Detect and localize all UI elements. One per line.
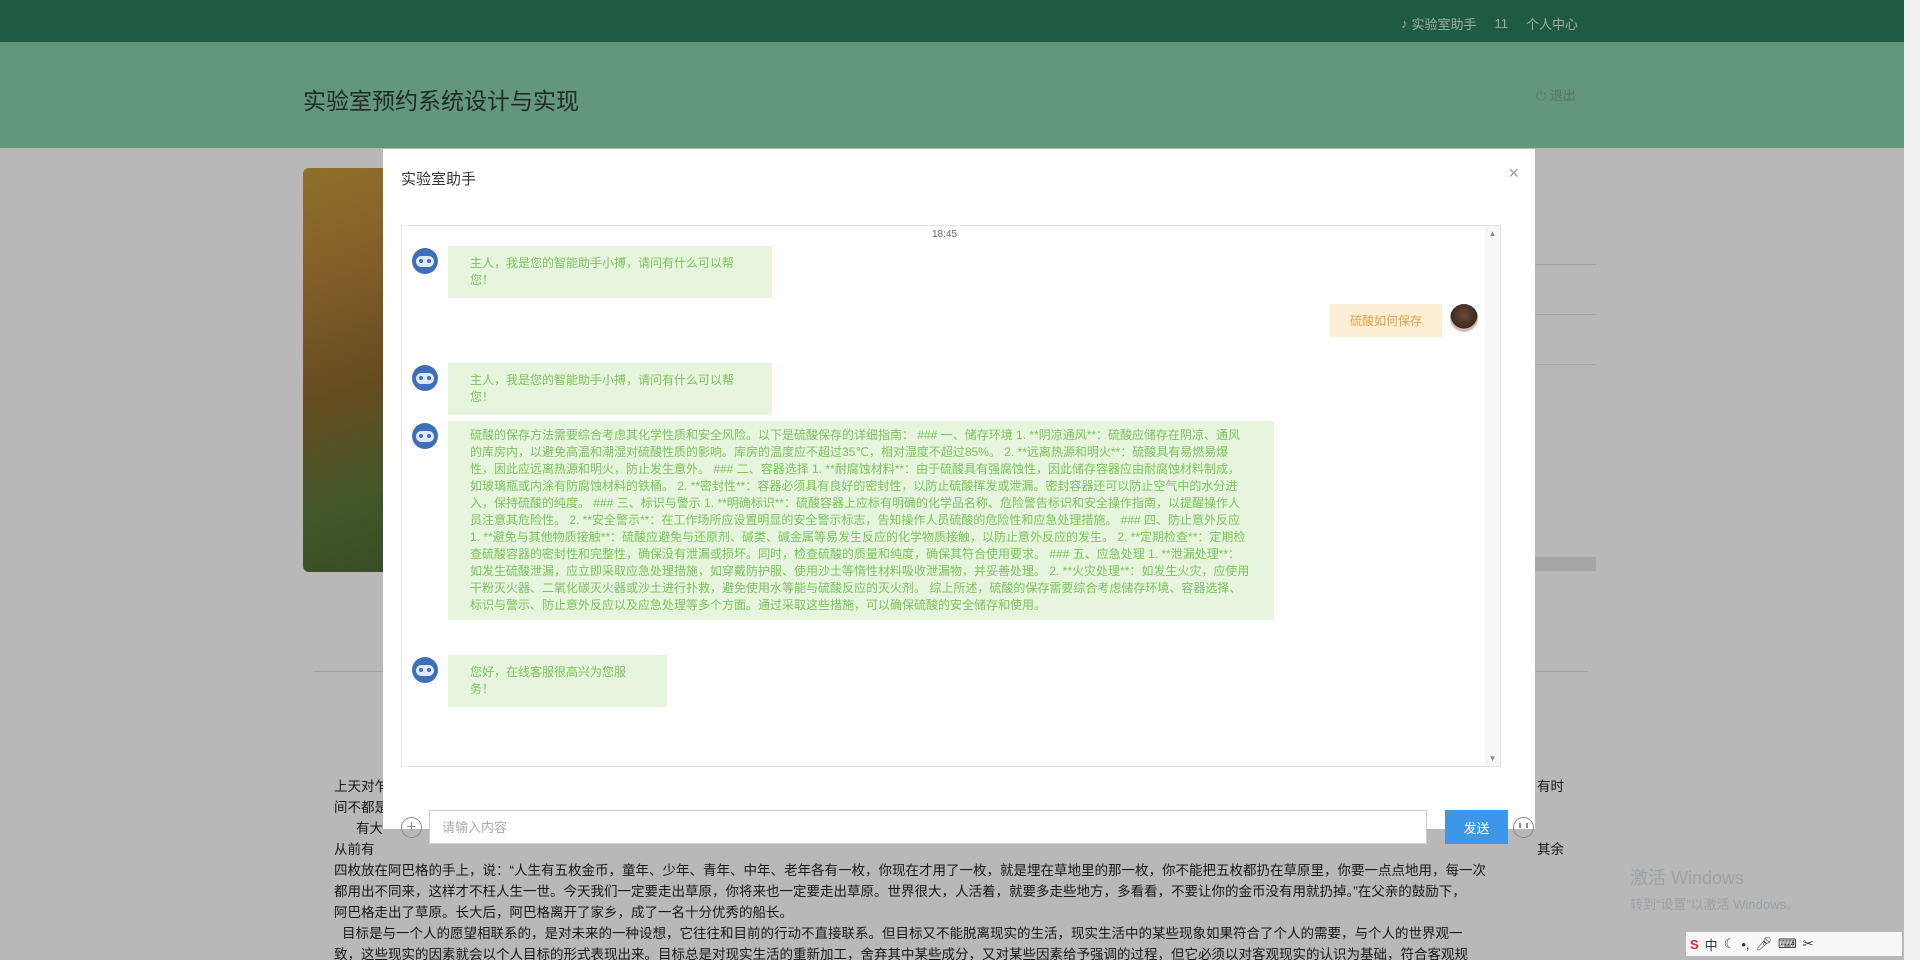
user-message-text: 硫酸如何保存 [1329,304,1442,337]
scroll-up-icon[interactable]: ▲ [1485,229,1500,238]
plus-icon[interactable]: + [401,817,422,838]
tools-icon[interactable]: ✂ [1803,936,1814,952]
robot-icon [412,248,438,274]
ime-mode[interactable]: 中 [1705,935,1718,954]
close-icon[interactable]: × [1508,163,1519,184]
microphone-icon[interactable]: 🎤︎ [1756,936,1773,952]
user-message: 硫酸如何保存 [1329,304,1478,337]
chat-scrollbar[interactable]: ▲ ▼ [1485,226,1500,766]
bot-message: 主人，我是您的智能助手小搏，请问有什么可以帮您！ [412,363,772,415]
dialog-title: 实验室助手 [401,171,477,188]
bot-message-text: 您好，在线客服很高兴为您服务！ [448,655,667,707]
message-input[interactable] [429,810,1427,844]
bot-message-text: 主人，我是您的智能助手小搏，请问有什么可以帮您！ [448,363,772,415]
chat-history[interactable]: 18:45 主人，我是您的智能助手小搏，请问有什么可以帮您！ 硫酸如何保存 主人… [401,225,1501,767]
windows-activation-watermark: 激活 Windows 转到“设置”以激活 Windows。 [1630,864,1799,913]
bot-message-text: 硫酸的保存方法需要综合考虑其化学性质和安全风险。以下是硫酸保存的详细指南： ##… [448,421,1274,620]
punctuation-icon[interactable]: •, [1741,937,1749,952]
page-scrollbar[interactable] [1904,0,1920,960]
keyboard-icon[interactable]: ⌨ [1778,936,1797,952]
robot-icon [412,365,438,391]
moon-icon[interactable]: ☾ [1724,936,1736,952]
bot-message-text: 主人，我是您的智能助手小搏，请问有什么可以帮您！ [448,246,772,298]
robot-icon [412,423,438,449]
bot-message: 主人，我是您的智能助手小搏，请问有什么可以帮您！ [412,246,772,298]
sogou-logo-icon: S [1690,936,1699,952]
bot-message: 您好，在线客服很高兴为您服务！ [412,655,667,707]
assistant-dialog: 实验室助手 × 18:45 主人，我是您的智能助手小搏，请问有什么可以帮您！ 硫… [383,149,1535,844]
robot-icon [412,657,438,683]
emoji-icon[interactable] [1513,817,1534,838]
ime-toolbar[interactable]: S 中 ☾ •, 🎤︎ ⌨ ✂ [1686,932,1902,956]
watermark-line-2: 转到“设置”以激活 Windows。 [1630,897,1800,912]
chat-input-row: + 发送 [401,809,1534,845]
message-timestamp: 18:45 [931,229,958,240]
bot-message: 硫酸的保存方法需要综合考虑其化学性质和安全风险。以下是硫酸保存的详细指南： ##… [412,421,1274,620]
scroll-down-icon[interactable]: ▼ [1485,754,1500,763]
send-button[interactable]: 发送 [1445,810,1508,844]
user-avatar [1450,304,1478,332]
watermark-line-1: 激活 Windows [1630,868,1745,888]
